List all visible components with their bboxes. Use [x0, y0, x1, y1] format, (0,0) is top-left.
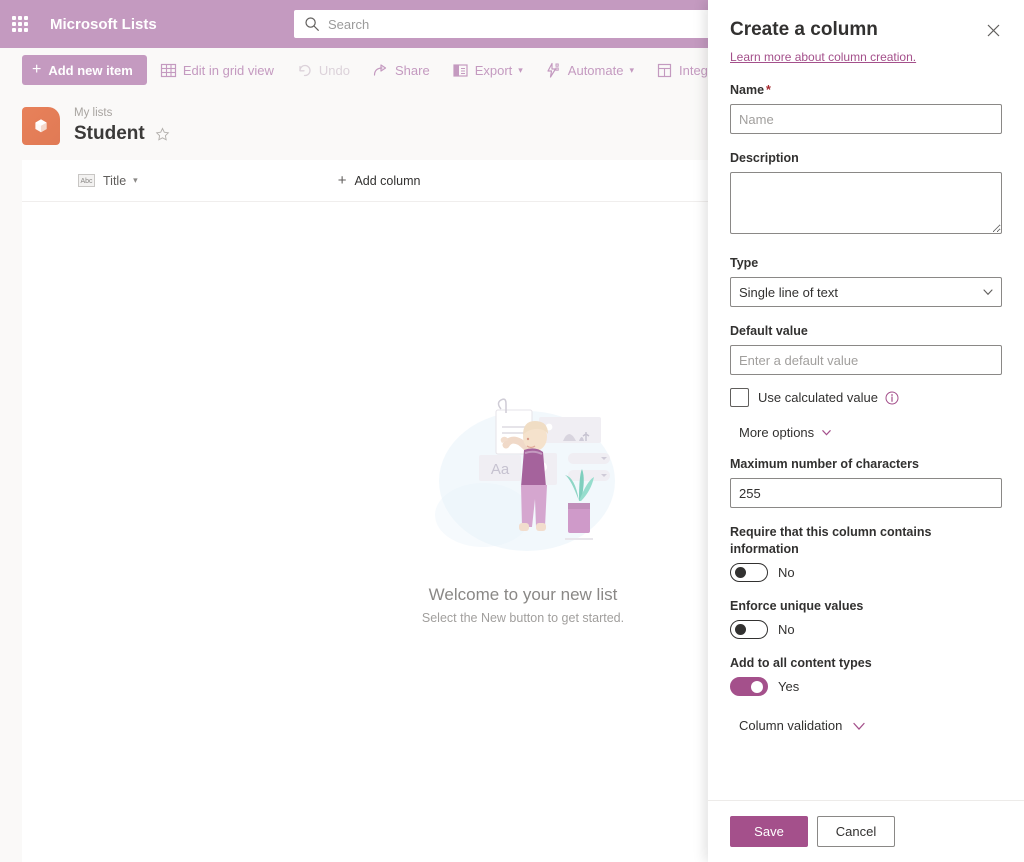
require-information-value: No	[778, 565, 795, 580]
default-value-input[interactable]	[730, 345, 1002, 375]
panel-body: Create a column Learn more about column …	[708, 0, 1024, 800]
app-title: Microsoft Lists	[50, 15, 157, 33]
add-all-content-types-group: Add to all content types Yes	[730, 655, 1002, 696]
chevron-down-icon: ▾	[518, 64, 523, 75]
list-meta: My lists Student	[74, 106, 170, 146]
use-calculated-value-label: Use calculated value	[758, 390, 878, 405]
add-all-content-types-label: Add to all content types	[730, 656, 872, 670]
grid-icon	[160, 63, 176, 77]
automate-button[interactable]: Automate ▾	[536, 55, 643, 85]
require-information-label: Require that this column contains inform…	[730, 525, 932, 556]
default-value-field-group: Default value	[730, 323, 1002, 375]
max-characters-input[interactable]	[730, 478, 1002, 508]
type-select[interactable]	[730, 277, 1002, 307]
chevron-down-icon: ▾	[629, 64, 634, 75]
abc-text-icon: Abc	[78, 174, 95, 187]
description-textarea[interactable]	[730, 172, 1002, 234]
chevron-down-icon: ▾	[133, 175, 138, 185]
breadcrumb[interactable]: My lists	[74, 106, 170, 121]
close-icon	[987, 24, 999, 36]
welcome-illustration: Aa	[435, 398, 615, 551]
description-label: Description	[730, 151, 799, 165]
edit-in-grid-view-button[interactable]: Edit in grid view	[151, 55, 283, 85]
type-field-group: Type	[730, 255, 1002, 307]
chevron-down-icon	[853, 722, 865, 730]
search-icon	[305, 17, 319, 31]
use-calculated-value-checkbox[interactable]	[730, 388, 749, 407]
empty-state-subtitle: Select the New button to get started.	[421, 611, 625, 625]
edit-in-grid-view-label: Edit in grid view	[182, 62, 274, 78]
star-outline-icon[interactable]	[155, 126, 170, 142]
undo-label: Undo	[318, 62, 350, 78]
plus-icon: +	[337, 172, 347, 189]
page-title: Student	[74, 123, 145, 144]
max-characters-label: Maximum number of characters	[730, 457, 919, 471]
chevron-down-icon	[822, 430, 831, 436]
save-button[interactable]: Save	[730, 816, 808, 847]
more-options-label: More options	[739, 425, 815, 440]
add-all-content-types-value: Yes	[778, 679, 800, 694]
description-field-group: Description	[730, 150, 1002, 239]
search-input[interactable]	[328, 16, 754, 32]
column-validation-toggle[interactable]: Column validation	[739, 718, 1002, 733]
plus-icon: +	[32, 61, 42, 78]
add-column-label: Add column	[354, 173, 421, 188]
require-information-toggle[interactable]	[730, 563, 768, 582]
max-characters-field-group: Maximum number of characters	[730, 456, 1002, 508]
add-new-item-button[interactable]: + Add new item	[22, 55, 147, 85]
export-icon	[453, 63, 468, 77]
column-header-title[interactable]: Abc Title ▾	[78, 174, 138, 188]
export-label: Export	[474, 62, 513, 78]
use-calculated-value-row: Use calculated value	[730, 388, 1002, 407]
app-root: Microsoft Lists + Add new item Edit in g…	[0, 0, 1024, 862]
default-value-label: Default value	[730, 324, 808, 338]
integrate-icon	[657, 63, 672, 77]
integrate-label: Integ	[678, 62, 708, 78]
panel-footer: Save Cancel	[708, 800, 1024, 862]
search-box[interactable]	[294, 10, 764, 38]
export-button[interactable]: Export ▾	[443, 55, 532, 85]
enforce-unique-value: No	[778, 622, 795, 637]
required-asterisk: *	[766, 83, 771, 97]
more-options-toggle[interactable]: More options	[739, 425, 1002, 440]
enforce-unique-toggle[interactable]	[730, 620, 768, 639]
name-field-group: Name *	[730, 82, 1002, 134]
waffle-grid-icon	[12, 16, 28, 32]
automate-icon	[547, 62, 559, 78]
create-column-panel: Create a column Learn more about column …	[708, 0, 1024, 862]
undo-button[interactable]: Undo	[287, 55, 359, 85]
list-cube-icon	[35, 119, 47, 133]
share-button[interactable]: Share	[363, 55, 439, 85]
automate-label: Automate	[567, 62, 624, 78]
panel-header: Create a column	[730, 0, 1002, 43]
waffle-menu-button[interactable]	[0, 0, 40, 48]
enforce-unique-group: Enforce unique values No	[730, 598, 1002, 639]
type-label: Type	[730, 256, 759, 270]
close-button[interactable]	[978, 17, 1008, 43]
name-label-text: Name	[730, 83, 765, 97]
column-validation-label: Column validation	[739, 718, 843, 733]
enforce-unique-label: Enforce unique values	[730, 599, 864, 613]
undo-icon	[299, 64, 311, 76]
name-label: Name *	[730, 82, 1002, 99]
add-column-button[interactable]: + Add column	[338, 172, 421, 189]
empty-state-title: Welcome to your new list	[428, 585, 618, 604]
list-logo	[22, 107, 60, 145]
name-input[interactable]	[730, 104, 1002, 134]
add-all-content-types-toggle[interactable]	[730, 677, 768, 696]
column-header-label: Title	[103, 173, 127, 188]
share-icon	[373, 63, 387, 76]
share-label: Share	[394, 62, 430, 78]
learn-more-link[interactable]: Learn more about column creation.	[730, 50, 916, 64]
svg-text:Abc: Abc	[80, 178, 93, 185]
integrate-button[interactable]: Integ	[647, 55, 717, 85]
require-information-group: Require that this column contains inform…	[730, 524, 1002, 582]
panel-title: Create a column	[730, 19, 878, 40]
add-new-item-label: Add new item	[48, 62, 133, 78]
info-icon[interactable]	[885, 391, 899, 405]
cancel-button[interactable]: Cancel	[817, 816, 895, 847]
svg-text:Aa: Aa	[491, 461, 510, 478]
